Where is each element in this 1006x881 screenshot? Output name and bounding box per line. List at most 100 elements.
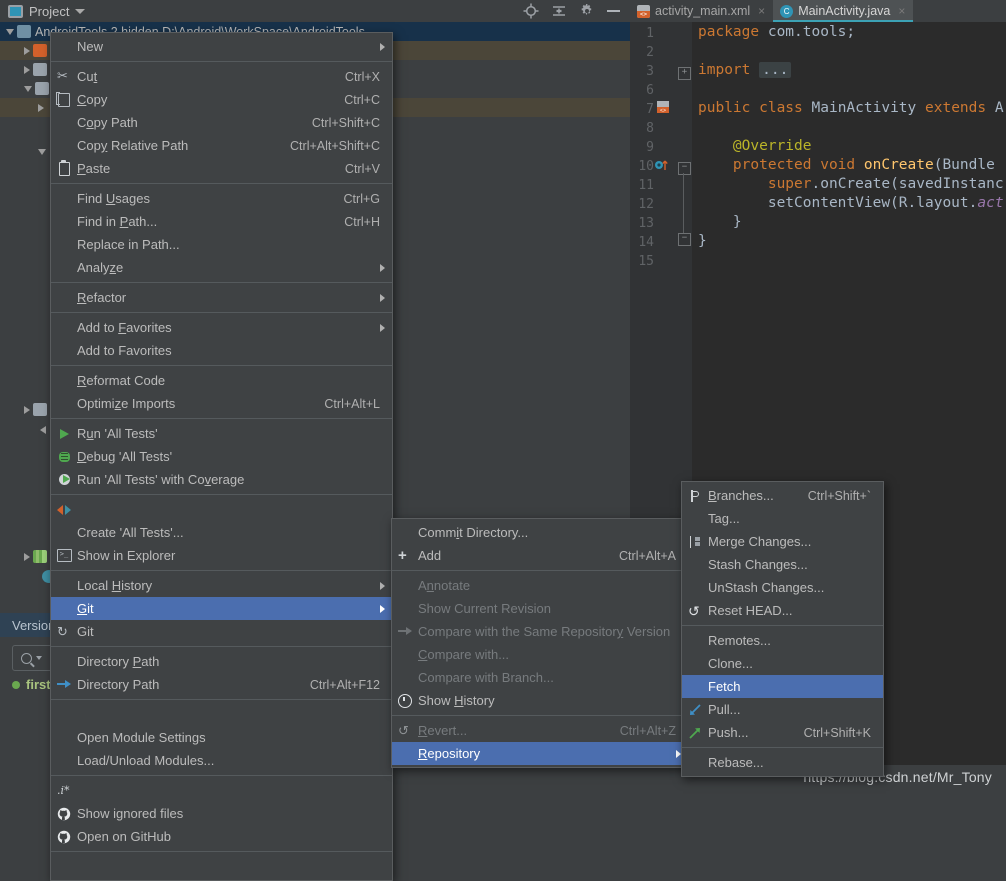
menu-item-load-unload-modules[interactable]: Open Module Settings bbox=[51, 726, 392, 749]
menu-item-copy-path[interactable]: Copy Path Ctrl+Shift+C bbox=[51, 111, 392, 134]
repository-submenu[interactable]: Branches... Ctrl+Shift+` Tag... Merge Ch… bbox=[681, 481, 884, 777]
menu-item-remove-bom[interactable]: Load/Unload Modules... bbox=[51, 749, 392, 772]
menu-item-optimize-imports[interactable]: Optimize Imports Ctrl+Alt+L bbox=[51, 392, 392, 415]
menu-item-tag[interactable]: Tag... bbox=[682, 507, 883, 530]
menu-item-push[interactable]: Push... Ctrl+Shift+K bbox=[682, 721, 883, 744]
menu-item-paste[interactable]: Paste Ctrl+V bbox=[51, 157, 392, 180]
menu-item-remotes[interactable]: Remotes... bbox=[682, 629, 883, 652]
menu-item-directory-path[interactable]: Directory Path bbox=[51, 650, 392, 673]
menu-item-annotate[interactable]: Annotate bbox=[392, 574, 688, 597]
twisty-open-icon[interactable] bbox=[38, 148, 46, 155]
menu-item-cut[interactable]: ✂ Cut Ctrl+X bbox=[51, 65, 392, 88]
menu-item-create-all-tests[interactable] bbox=[51, 498, 392, 521]
menu-separator bbox=[51, 851, 392, 852]
menu-item-commit-directory[interactable]: Commit Directory... bbox=[392, 521, 688, 544]
menu-item-show-image-thumbnails[interactable]: Add to Favorites bbox=[51, 339, 392, 362]
menu-item-run-with-coverage[interactable]: Run 'All Tests' with Coverage bbox=[51, 468, 392, 491]
override-marker-icon[interactable] bbox=[654, 158, 670, 175]
menu-item-show-history[interactable]: Show History bbox=[392, 689, 688, 712]
menu-item-debug-all-tests[interactable]: Debug 'All Tests' bbox=[51, 445, 392, 468]
menu-item-compare-with[interactable]: Compare with... bbox=[392, 643, 688, 666]
menu-item-pull[interactable]: Pull... bbox=[682, 698, 883, 721]
menu-item-add[interactable]: + Add Ctrl+Alt+A bbox=[392, 544, 688, 567]
menu-item-run-all-tests[interactable]: Run 'All Tests' bbox=[51, 422, 392, 445]
search-icon bbox=[21, 652, 32, 664]
menu-item-rebase[interactable]: Rebase... bbox=[682, 751, 883, 774]
menu-item-label: Repository bbox=[418, 746, 481, 761]
menu-item-compare-same-repo-version[interactable]: Compare with the Same Repository Version bbox=[392, 620, 688, 643]
menu-item-clone[interactable]: Clone... bbox=[682, 652, 883, 675]
menu-item-replace-in-path[interactable]: Replace in Path... bbox=[51, 233, 392, 256]
menu-item-analyze[interactable]: Analyze bbox=[51, 256, 392, 279]
menu-item-branches[interactable]: Branches... Ctrl+Shift+` bbox=[682, 484, 883, 507]
menu-item-refactor[interactable]: Refactor bbox=[51, 286, 392, 309]
menu-item-reformat-code[interactable]: Reformat Code bbox=[51, 369, 392, 392]
line-number: 1 bbox=[646, 26, 654, 41]
fold-expand-icon[interactable]: + bbox=[678, 67, 691, 80]
menu-item-git[interactable]: Git bbox=[51, 597, 392, 620]
menu-item-revert[interactable]: ↺ Revert... Ctrl+Alt+Z bbox=[392, 719, 688, 742]
menu-item-label: Commit Directory... bbox=[418, 525, 529, 540]
menu-item-label: Show in Explorer bbox=[77, 548, 176, 563]
menu-item-find-in-path[interactable]: Find in Path... Ctrl+H bbox=[51, 210, 392, 233]
twisty-closed-icon[interactable] bbox=[38, 103, 44, 112]
menu-item-merge-changes[interactable]: Merge Changes... bbox=[682, 530, 883, 553]
settings-gear-icon[interactable] bbox=[579, 3, 595, 19]
twisty-closed-icon[interactable] bbox=[24, 552, 30, 561]
line-number: 14 bbox=[638, 235, 654, 250]
menu-icon-slot bbox=[51, 256, 77, 279]
menu-item-show-in-explorer[interactable]: Create 'All Tests'... bbox=[51, 521, 392, 544]
menu-item-show-ignored-files[interactable]: .i* bbox=[51, 779, 392, 802]
branch-status-icon bbox=[12, 680, 20, 689]
fold-collapse-icon[interactable]: − bbox=[678, 162, 691, 175]
menu-item-show-current-revision[interactable]: Show Current Revision bbox=[392, 597, 688, 620]
tab-mainactivity-java[interactable]: C MainActivity.java × bbox=[773, 0, 914, 22]
fold-collapse-icon[interactable]: − bbox=[678, 233, 691, 246]
menu-item-open-module-settings[interactable] bbox=[51, 703, 392, 726]
menu-item-copy[interactable]: Copy Ctrl+C bbox=[51, 88, 392, 111]
menu-item-unstash-changes[interactable]: UnStash Changes... bbox=[682, 576, 883, 599]
class-marker-icon[interactable]: <> bbox=[656, 100, 670, 117]
menu-item-shortcut: Ctrl+H bbox=[344, 214, 380, 229]
module-icon bbox=[33, 44, 47, 57]
menu-item-synchronize[interactable]: ↻ Git bbox=[51, 620, 392, 643]
project-context-menu[interactable]: New ✂ Cut Ctrl+X Copy Ctrl+C Copy Path C… bbox=[50, 32, 393, 881]
debug-icon bbox=[51, 445, 77, 468]
menu-item-stash-changes[interactable]: Stash Changes... bbox=[682, 553, 883, 576]
menu-item-shortcut: Ctrl+Shift+` bbox=[807, 488, 871, 503]
twisty-closed-icon[interactable] bbox=[24, 65, 30, 74]
chevron-down-icon[interactable] bbox=[75, 8, 86, 14]
menu-item-compare-with-branch[interactable]: Compare with Branch... bbox=[392, 666, 688, 689]
menu-item-compare-with[interactable]: Directory Path Ctrl+Alt+F12 bbox=[51, 673, 392, 696]
minimize-icon[interactable] bbox=[607, 10, 620, 12]
locate-icon[interactable] bbox=[523, 3, 539, 19]
twisty-closed-icon[interactable] bbox=[24, 405, 30, 414]
close-icon[interactable]: × bbox=[898, 4, 905, 18]
close-icon[interactable]: × bbox=[758, 4, 765, 18]
twisty-closed-icon[interactable] bbox=[24, 46, 30, 55]
menu-item-fetch[interactable]: Fetch bbox=[682, 675, 883, 698]
menu-separator bbox=[51, 282, 392, 283]
menu-item-new[interactable]: New bbox=[51, 35, 392, 58]
branch-row[interactable]: first bbox=[12, 677, 51, 692]
chevron-down-icon[interactable] bbox=[36, 656, 42, 660]
menu-item-open-in-terminal[interactable]: >_ Show in Explorer bbox=[51, 544, 392, 567]
twisty-open-icon[interactable] bbox=[6, 28, 14, 35]
editor-tab-bar: activity_main.xml × C MainActivity.java … bbox=[630, 0, 1006, 22]
line-number: 13 bbox=[638, 216, 654, 231]
menu-item-find-usages[interactable]: Find Usages Ctrl+G bbox=[51, 187, 392, 210]
menu-item-repository[interactable]: Repository bbox=[392, 742, 688, 765]
twisty-left-icon[interactable] bbox=[40, 425, 46, 434]
twisty-open-icon[interactable] bbox=[24, 85, 32, 92]
scissors-icon: ✂ bbox=[57, 68, 68, 84]
menu-item-local-history[interactable]: Local History bbox=[51, 574, 392, 597]
menu-item-copy-relative-path[interactable]: Copy Relative Path Ctrl+Alt+Shift+C bbox=[51, 134, 392, 157]
menu-item-open-on-github[interactable]: Show ignored files bbox=[51, 802, 392, 825]
tab-activity-main-xml[interactable]: activity_main.xml × bbox=[630, 0, 773, 22]
menu-item-create-gist[interactable]: Open on GitHub bbox=[51, 825, 392, 848]
menu-item-add-to-favorites[interactable]: Add to Favorites bbox=[51, 316, 392, 339]
menu-item-convert-java-to-kotlin[interactable] bbox=[51, 855, 392, 878]
git-submenu[interactable]: Commit Directory... + Add Ctrl+Alt+A Ann… bbox=[391, 518, 689, 768]
collapse-all-icon[interactable] bbox=[551, 3, 567, 19]
menu-item-reset-head[interactable]: ↺ Reset HEAD... bbox=[682, 599, 883, 622]
